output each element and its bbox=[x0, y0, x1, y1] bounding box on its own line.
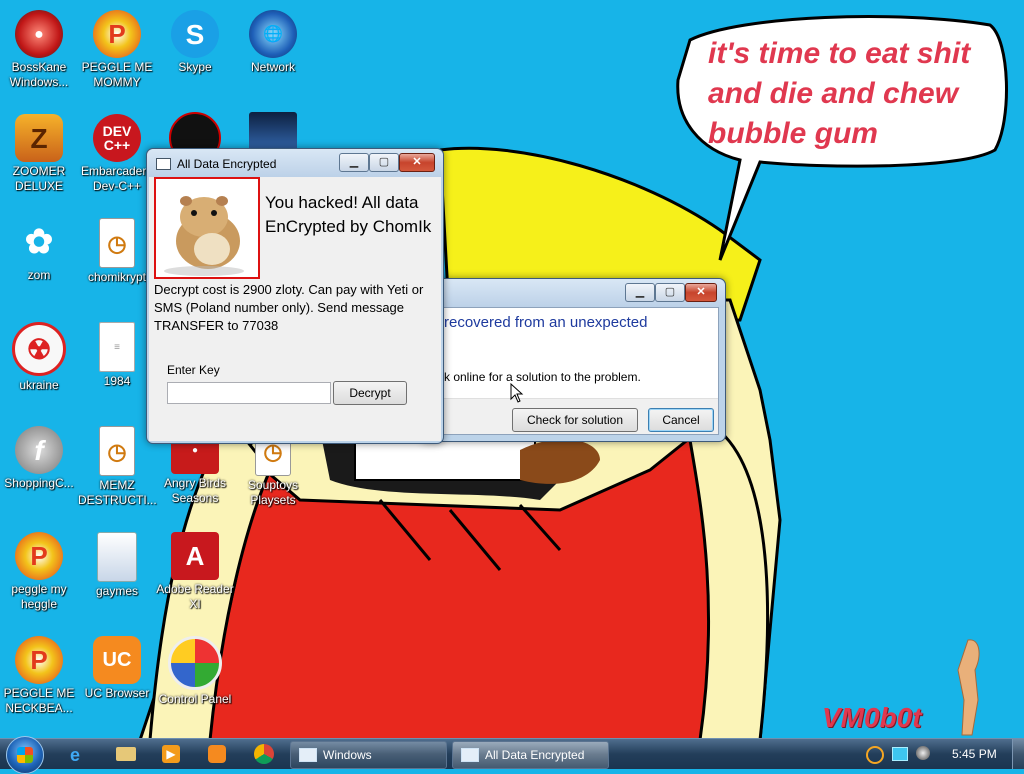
speech-bubble-text: it's time to eat shit and die and chew b… bbox=[708, 37, 971, 150]
desktop-icon-network[interactable]: 🌐 Network bbox=[234, 10, 312, 75]
error-message: recovered from an unexpected bbox=[444, 314, 648, 331]
desktop-icon-peggle-heggle[interactable]: P peggle my heggle bbox=[0, 532, 78, 612]
decrypt-button[interactable]: Decrypt bbox=[333, 381, 407, 405]
figurine-shape bbox=[957, 639, 980, 736]
control-panel-icon bbox=[168, 636, 222, 690]
desktop-icon-control-panel[interactable]: Control Panel bbox=[156, 636, 234, 707]
peggle-icon: P bbox=[15, 636, 63, 684]
ransom-message: Decrypt cost is 2900 zloty. Can pay with… bbox=[154, 282, 424, 333]
desktop-icon-peggle-neckbeard[interactable]: P PEGGLE ME NECKBEA... bbox=[0, 636, 78, 716]
desktop-icon-adobe-reader[interactable]: A Adobe Reader XI bbox=[156, 532, 234, 612]
bosskane-icon: ● bbox=[15, 10, 63, 58]
text-file-icon: ≡ bbox=[99, 322, 135, 372]
key-input[interactable] bbox=[167, 382, 331, 404]
desktop-icon-memz[interactable]: ◷ MEMZ DESTRUCTI... bbox=[78, 426, 157, 508]
error-dialog: ▁ ▢ ✕ recovered from an unexpected k onl… bbox=[420, 278, 726, 442]
devcpp-icon: DEV C++ bbox=[93, 114, 141, 162]
close-button[interactable]: ✕ bbox=[399, 153, 435, 172]
ransom-window-title: All Data Encrypted bbox=[177, 157, 277, 171]
maximize-button[interactable]: ▢ bbox=[369, 153, 399, 172]
desktop-icon-1984[interactable]: ≡ 1984 bbox=[78, 322, 156, 389]
taskbar: e ▶ Windows All Data Encrypted 5:45 PM bbox=[0, 736, 1024, 774]
wallpaper-signature: VM0b0t bbox=[822, 702, 922, 733]
internet-explorer-icon[interactable]: e bbox=[70, 745, 90, 765]
uc-browser-icon[interactable] bbox=[208, 745, 226, 763]
desktop-icon-ukraine[interactable]: ☢ ukraine bbox=[0, 322, 78, 393]
maximize-button[interactable]: ▢ bbox=[655, 283, 685, 302]
desktop-icon-shopping[interactable]: f ShoppingC... bbox=[0, 426, 78, 491]
check-for-solution-button[interactable]: Check for solution bbox=[512, 408, 638, 432]
error-detail: k online for a solution to the problem. bbox=[444, 370, 641, 384]
speaker-tray-icon[interactable] bbox=[916, 746, 930, 760]
mouse-cursor-icon bbox=[510, 383, 524, 403]
cancel-button[interactable]: Cancel bbox=[648, 408, 714, 432]
close-button[interactable]: ✕ bbox=[685, 283, 717, 302]
desktop-icon-zoomer[interactable]: Z ZOOMER DELUXE bbox=[0, 114, 78, 194]
desktop-icon-gaymes[interactable]: gaymes bbox=[78, 532, 156, 599]
desktop-icon-skype[interactable]: S Skype bbox=[156, 10, 234, 75]
peggle-icon: P bbox=[15, 532, 63, 580]
folder-icon bbox=[97, 532, 137, 582]
desktop-icon-chomikrypt[interactable]: ◷ chomikrypt bbox=[78, 218, 156, 285]
taskbar-task-windows[interactable]: Windows bbox=[290, 741, 447, 769]
adobe-reader-icon: A bbox=[171, 532, 219, 580]
radiation-icon: ☢ bbox=[12, 322, 66, 376]
ransom-window-titlebar[interactable]: All Data Encrypted ▁ ▢ ✕ bbox=[147, 149, 443, 177]
window-app-icon bbox=[156, 158, 171, 170]
desktop-icon-zom[interactable]: ✿ zom bbox=[0, 218, 78, 283]
peggle-icon: P bbox=[93, 10, 141, 58]
desktop-icon-peggle-mommy[interactable]: P PEGGLE ME MOMMY bbox=[78, 10, 156, 90]
taskbar-clock[interactable]: 5:45 PM bbox=[952, 747, 997, 761]
taskbar-task-all-data-encrypted[interactable]: All Data Encrypted bbox=[452, 741, 609, 769]
windows-logo-icon bbox=[17, 747, 33, 763]
display-tray-icon[interactable] bbox=[892, 747, 908, 761]
flash-icon: f bbox=[15, 426, 63, 474]
start-button[interactable] bbox=[6, 736, 44, 774]
lock-file-icon: ◷ bbox=[99, 426, 135, 476]
search-tray-icon[interactable] bbox=[866, 746, 884, 764]
explorer-folder-icon[interactable] bbox=[116, 747, 136, 761]
desktop-icon-devcpp[interactable]: DEV C++ Embarcadero Dev-C++ bbox=[78, 114, 156, 194]
teeth-shape bbox=[354, 439, 536, 481]
flower-icon: ✿ bbox=[24, 222, 54, 261]
minimize-button[interactable]: ▁ bbox=[625, 283, 655, 302]
enter-key-label: Enter Key bbox=[167, 363, 220, 377]
desktop-icon-uc-browser[interactable]: UC UC Browser bbox=[78, 636, 156, 701]
chrome-icon[interactable] bbox=[254, 744, 274, 764]
window-icon bbox=[299, 748, 317, 762]
lock-file-icon: ◷ bbox=[99, 218, 135, 268]
error-dialog-titlebar[interactable]: ▁ ▢ ✕ bbox=[421, 279, 725, 307]
hamster-image bbox=[154, 177, 260, 279]
uc-browser-icon: UC bbox=[93, 636, 141, 684]
ransom-window: All Data Encrypted ▁ ▢ ✕ You hacked! All… bbox=[146, 148, 444, 444]
network-icon: 🌐 bbox=[249, 10, 297, 58]
desktop-icon-bosskane[interactable]: ● BossKane Windows... bbox=[0, 10, 78, 90]
window-icon bbox=[461, 748, 479, 762]
minimize-button[interactable]: ▁ bbox=[339, 153, 369, 172]
show-desktop-button[interactable] bbox=[1012, 739, 1024, 769]
hamster-icon bbox=[164, 196, 244, 276]
zoomer-icon: Z bbox=[15, 114, 63, 162]
ransom-headline: You hacked! All data EnCrypted by ChomIk bbox=[265, 193, 432, 236]
media-player-icon[interactable]: ▶ bbox=[162, 745, 180, 763]
skype-icon: S bbox=[171, 10, 219, 58]
